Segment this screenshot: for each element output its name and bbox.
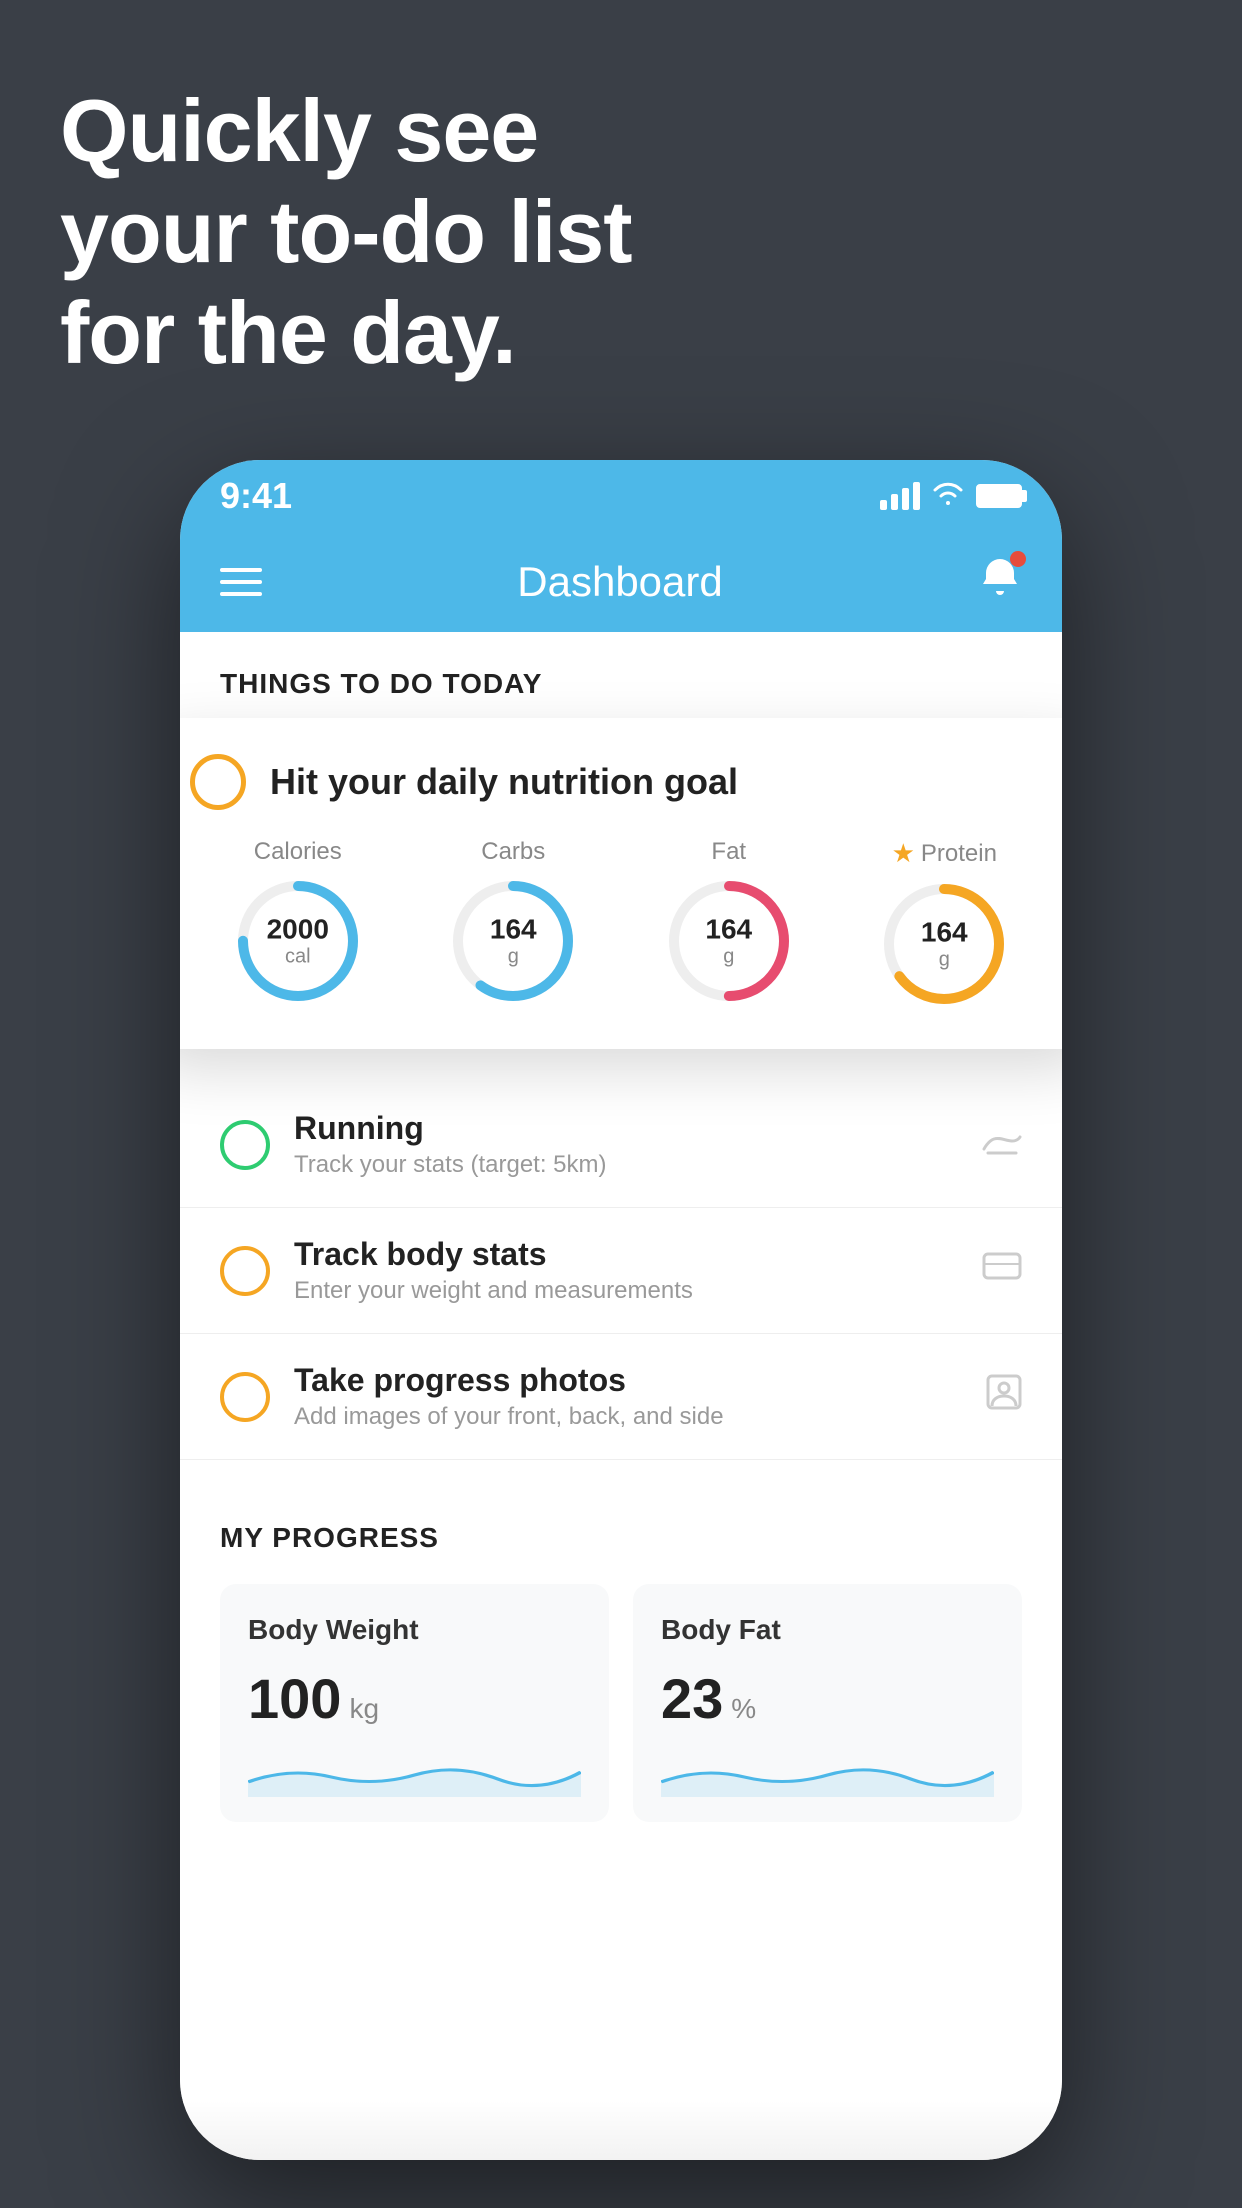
todo-title-1: Track body stats <box>294 1236 958 1273</box>
ring-text-calories: 2000 cal <box>267 915 329 968</box>
stat-label-protein: ★Protein <box>892 838 997 869</box>
notification-button[interactable] <box>978 555 1022 610</box>
nutrition-check-circle[interactable] <box>190 754 246 810</box>
ring-text-protein: 164 g <box>921 918 968 971</box>
nutrition-stat-calories: Calories 2000 cal <box>233 838 363 1006</box>
todo-icon-1 <box>982 1248 1022 1293</box>
status-icons <box>880 479 1022 514</box>
stat-label-carbs: Carbs <box>481 838 545 866</box>
todo-icon-2 <box>986 1374 1022 1419</box>
ring-text-carbs: 164 g <box>490 915 537 968</box>
progress-value-row-0: 100 kg <box>248 1666 581 1731</box>
headline-line2: your to-do list <box>60 181 632 282</box>
phone-shell: 9:41 Dashboard <box>180 460 1062 2160</box>
menu-button[interactable] <box>220 568 262 596</box>
battery-icon <box>976 484 1022 508</box>
progress-card-title-1: Body Fat <box>661 1614 994 1646</box>
nutrition-card: Hit your daily nutrition goal Calories 2… <box>180 718 1062 1049</box>
todo-title-0: Running <box>294 1110 958 1147</box>
todo-subtitle-2: Add images of your front, back, and side <box>294 1403 962 1431</box>
progress-card-0[interactable]: Body Weight 100 kg <box>220 1584 609 1822</box>
todo-title-2: Take progress photos <box>294 1362 962 1399</box>
progress-value-0: 100 <box>248 1666 341 1731</box>
ring-carbs: 164 g <box>448 876 578 1006</box>
todo-subtitle-0: Track your stats (target: 5km) <box>294 1151 958 1179</box>
things-to-do-label: THINGS TO DO TODAY <box>180 632 1062 720</box>
ring-value-carbs: 164 <box>490 915 537 946</box>
ring-calories: 2000 cal <box>233 876 363 1006</box>
wifi-icon <box>932 479 964 514</box>
nutrition-stat-protein: ★Protein 164 g <box>879 838 1009 1009</box>
todo-text-2: Take progress photos Add images of your … <box>294 1362 962 1431</box>
nutrition-stat-carbs: Carbs 164 g <box>448 838 578 1006</box>
headline-line1: Quickly see <box>60 80 632 181</box>
status-bar: 9:41 <box>180 460 1062 532</box>
progress-value-1: 23 <box>661 1666 723 1731</box>
headline: Quickly see your to-do list for the day. <box>60 80 632 384</box>
ring-fat: 164 g <box>664 876 794 1006</box>
wave-chart-1 <box>661 1747 994 1797</box>
progress-card-1[interactable]: Body Fat 23 % <box>633 1584 1022 1822</box>
app-header: Dashboard <box>180 532 1062 632</box>
progress-cards: Body Weight 100 kg Body Fat 23 % <box>220 1584 1022 1822</box>
ring-text-fat: 164 g <box>705 915 752 968</box>
todo-text-0: Running Track your stats (target: 5km) <box>294 1110 958 1179</box>
header-title: Dashboard <box>517 558 722 606</box>
nutrition-card-title: Hit your daily nutrition goal <box>270 761 738 803</box>
todo-item-0[interactable]: Running Track your stats (target: 5km) <box>180 1082 1062 1208</box>
wave-chart-0 <box>248 1747 581 1797</box>
ring-value-calories: 2000 <box>267 915 329 946</box>
ring-unit-protein: g <box>939 948 950 970</box>
todo-icon-0 <box>982 1124 1022 1166</box>
stat-label-calories: Calories <box>254 838 342 866</box>
stat-label-fat: Fat <box>711 838 746 866</box>
todo-circle-1 <box>220 1246 270 1296</box>
todo-list: Running Track your stats (target: 5km) T… <box>180 1082 1062 1460</box>
todo-item-2[interactable]: Take progress photos Add images of your … <box>180 1334 1062 1460</box>
signal-icon <box>880 482 920 510</box>
progress-card-title-0: Body Weight <box>248 1614 581 1646</box>
todo-text-1: Track body stats Enter your weight and m… <box>294 1236 958 1305</box>
nutrition-stats: Calories 2000 cal Carbs 164 g Fat <box>190 838 1052 1009</box>
content-area: THINGS TO DO TODAY Hit your daily nutrit… <box>180 632 1062 2160</box>
nutrition-card-header: Hit your daily nutrition goal <box>190 754 1052 810</box>
headline-line3: for the day. <box>60 282 632 383</box>
nutrition-stat-fat: Fat 164 g <box>664 838 794 1006</box>
progress-value-row-1: 23 % <box>661 1666 994 1731</box>
progress-section: MY PROGRESS Body Weight 100 kg Body Fat … <box>180 1482 1062 1862</box>
ring-unit-carbs: g <box>508 945 519 967</box>
todo-circle-2 <box>220 1372 270 1422</box>
todo-circle-0 <box>220 1120 270 1170</box>
ring-unit-calories: cal <box>285 945 311 967</box>
status-time: 9:41 <box>220 475 292 517</box>
bottom-shadow <box>180 2100 1062 2160</box>
ring-value-protein: 164 <box>921 918 968 949</box>
progress-unit-1: % <box>731 1693 756 1725</box>
ring-value-fat: 164 <box>705 915 752 946</box>
todo-subtitle-1: Enter your weight and measurements <box>294 1277 958 1305</box>
todo-item-1[interactable]: Track body stats Enter your weight and m… <box>180 1208 1062 1334</box>
progress-section-label: MY PROGRESS <box>220 1522 1022 1554</box>
ring-protein: 164 g <box>879 879 1009 1009</box>
ring-unit-fat: g <box>723 945 734 967</box>
progress-unit-0: kg <box>349 1693 379 1725</box>
notification-badge <box>1010 551 1026 567</box>
